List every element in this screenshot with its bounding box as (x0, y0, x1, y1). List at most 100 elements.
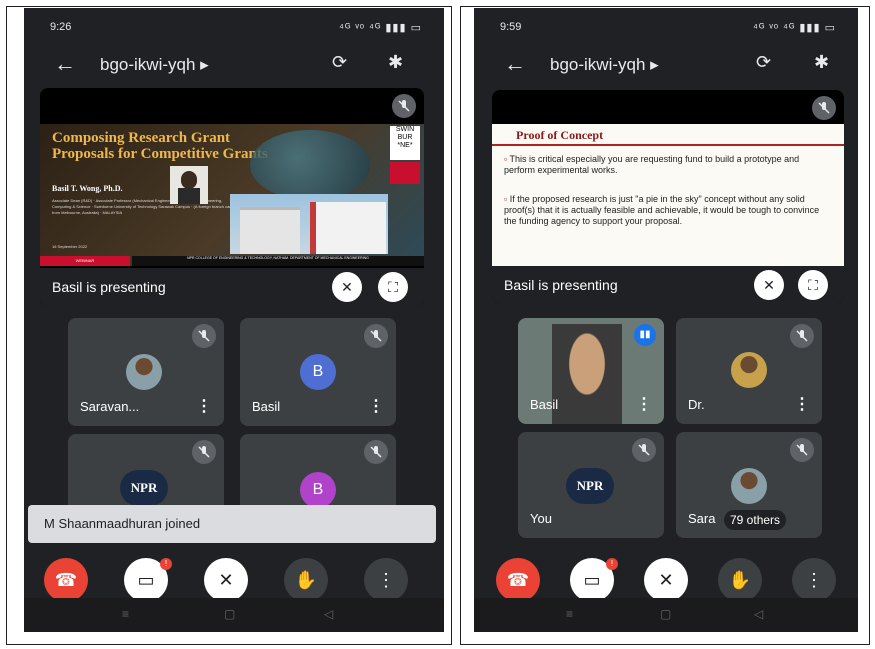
participant-photo-avatar (731, 352, 767, 388)
others-count-chip[interactable]: 79 others (724, 510, 787, 530)
camera-warning-badge: ! (160, 558, 172, 570)
meeting-code[interactable]: bgo-ikwi-yqh ▸ (550, 55, 659, 75)
back-arrow-icon[interactable]: ← (54, 51, 76, 77)
presenter-photo (170, 166, 208, 204)
join-notification-toast: M Shaanmaadhuran joined (28, 505, 436, 543)
back-nav-icon[interactable]: ◁ (324, 607, 333, 621)
shared-slide: Proof of Concept ▫ This is critical espe… (492, 124, 844, 268)
shared-slide: Composing Research Grant Proposals for C… (40, 124, 424, 266)
switch-camera-icon[interactable]: ⟳ (756, 52, 771, 73)
fullscreen-icon[interactable]: ⛶ (798, 270, 828, 300)
slide-bullet-1: ▫ This is critical especially you are re… (504, 154, 800, 175)
presentation-tile[interactable]: Proof of Concept ▫ This is critical espe… (492, 90, 844, 304)
status-bar: 9:59 ⁴ᴳ ᵛᵒ ⁴ᴳ ▮▮▮ ▭ (474, 8, 858, 44)
participant-tile-self[interactable]: NPR You (518, 432, 664, 538)
android-nav-bar: ≡ ▢ ◁ (474, 598, 858, 632)
slide-bullet-2-text: If the proposed research is just "a pie … (504, 194, 820, 226)
meeting-top-bar: ← bgo-ikwi-yqh ▸ ⟳ ✱ (24, 46, 444, 86)
status-time: 9:26 (50, 21, 72, 33)
participant-tile-video[interactable]: ▮▮ Basil ⋮ (518, 318, 664, 424)
mic-off-icon (632, 438, 656, 462)
status-bar: 9:26 ⁴ᴳ ᵛᵒ ⁴ᴳ ▮▮▮ ▭ (24, 8, 444, 44)
participant-tile[interactable]: Dr. ⋮ (676, 318, 822, 424)
meeting-code-text: bgo-ikwi-yqh (100, 55, 196, 74)
participant-name: Basil (252, 399, 281, 414)
slide-bullet-1-text: This is critical especially you are requ… (504, 154, 800, 175)
toast-text: M Shaanmaadhuran joined (44, 516, 201, 531)
meeting-code[interactable]: bgo-ikwi-yqh ▸ (100, 55, 209, 75)
chevron-right-icon: ▸ (650, 55, 659, 74)
android-nav-bar: ≡ ▢ ◁ (24, 598, 444, 632)
slide-title: Composing Research Grant Proposals for C… (52, 130, 268, 162)
more-options-icon[interactable]: ⋮ (636, 394, 652, 414)
end-call-button[interactable]: ☎ (44, 558, 88, 602)
participant-name: You (530, 511, 552, 526)
right-phone-screen: 9:59 ⁴ᴳ ᵛᵒ ⁴ᴳ ▮▮▮ ▭ ← bgo-ikwi-yqh ▸ ⟳ ✱… (474, 8, 858, 632)
more-options-button[interactable]: ⋮ (792, 558, 836, 602)
fullscreen-icon[interactable]: ⛶ (378, 272, 408, 302)
presenting-bar: Basil is presenting ✕ ⛶ (492, 266, 844, 304)
participant-tile[interactable]: NPR (68, 434, 224, 514)
bluetooth-icon[interactable]: ✱ (388, 52, 403, 73)
more-options-icon[interactable]: ⋮ (368, 396, 384, 416)
presenting-bar: Basil is presenting ✕ ⛶ (40, 268, 424, 306)
mic-off-icon (790, 438, 814, 462)
npr-logo-avatar: NPR (120, 470, 168, 506)
bluetooth-icon[interactable]: ✱ (814, 52, 829, 73)
participant-tile[interactable]: B (240, 434, 396, 514)
participant-tile-others[interactable]: Sara 79 others (676, 432, 822, 538)
participant-photo-avatar (126, 354, 162, 390)
mic-off-button[interactable]: ✕ (204, 558, 248, 602)
left-phone-screen: 9:26 ⁴ᴳ ᵛᵒ ⁴ᴳ ▮▮▮ ▭ ← bgo-ikwi-yqh ▸ ⟳ ✱… (24, 8, 444, 632)
home-icon[interactable]: ▢ (660, 607, 671, 621)
recents-icon[interactable]: ≡ (122, 607, 129, 621)
participant-video-feed (552, 324, 622, 424)
participant-tile[interactable]: B Basil ⋮ (240, 318, 396, 426)
campus-building-image (230, 194, 388, 254)
recents-icon[interactable]: ≡ (566, 607, 573, 621)
participant-name: Dr. (688, 397, 705, 412)
participant-photo-avatar (731, 468, 767, 504)
home-icon[interactable]: ▢ (224, 607, 235, 621)
switch-camera-icon[interactable]: ⟳ (332, 52, 347, 73)
presenting-label: Basil is presenting (504, 277, 618, 293)
pin-off-icon[interactable]: ✕ (754, 270, 784, 300)
presentation-tile[interactable]: Composing Research Grant Proposals for C… (40, 88, 424, 306)
more-options-icon[interactable]: ⋮ (794, 394, 810, 414)
presenting-label: Basil is presenting (52, 279, 166, 295)
mic-off-icon (790, 324, 814, 348)
participant-name: Saravan... (80, 399, 140, 414)
more-options-button[interactable]: ⋮ (364, 558, 408, 602)
mic-off-icon (392, 94, 416, 118)
back-nav-icon[interactable]: ◁ (754, 607, 763, 621)
slide-footer-right: NPR COLLEGE OF ENGINEERING & TECHNOLOGY,… (132, 256, 424, 266)
status-icons: ⁴ᴳ ᵛᵒ ⁴ᴳ ▮▮▮ ▭ (753, 22, 836, 34)
slide-title-underline (492, 144, 844, 146)
mic-off-button[interactable]: ✕ (644, 558, 688, 602)
participant-name: Basil (530, 397, 559, 412)
status-time: 9:59 (500, 21, 522, 33)
swinburne-logo: SWIN BUR *NE* (390, 126, 420, 160)
participant-tile[interactable]: Saravan... ⋮ (68, 318, 224, 426)
mic-off-icon (364, 440, 388, 464)
meeting-top-bar: ← bgo-ikwi-yqh ▸ ⟳ ✱ (474, 46, 858, 86)
globe-image (250, 130, 370, 200)
slide-bullet-2: ▫ If the proposed research is just "a pi… (504, 194, 820, 226)
slide-details: Associate Dean (R&D) · Associate Profess… (52, 198, 240, 215)
slide-footer-left: WEBINAR (40, 256, 130, 266)
chevron-right-icon: ▸ (200, 55, 209, 74)
raise-hand-button[interactable]: ✋ (284, 558, 328, 602)
participant-name: Sara (688, 511, 716, 526)
camera-warning-badge: ! (606, 558, 618, 570)
participant-letter-avatar: B (300, 354, 336, 390)
status-icons: ⁴ᴳ ᵛᵒ ⁴ᴳ ▮▮▮ ▭ (339, 22, 422, 34)
raise-hand-button[interactable]: ✋ (718, 558, 762, 602)
mic-off-icon (192, 324, 216, 348)
slide-red-accent (390, 162, 420, 184)
end-call-button[interactable]: ☎ (496, 558, 540, 602)
pin-off-icon[interactable]: ✕ (332, 272, 362, 302)
more-options-icon[interactable]: ⋮ (196, 396, 212, 416)
slide-date: 16 September 2022 (52, 244, 88, 249)
back-arrow-icon[interactable]: ← (504, 51, 526, 77)
slide-title: Proof of Concept (516, 128, 604, 142)
